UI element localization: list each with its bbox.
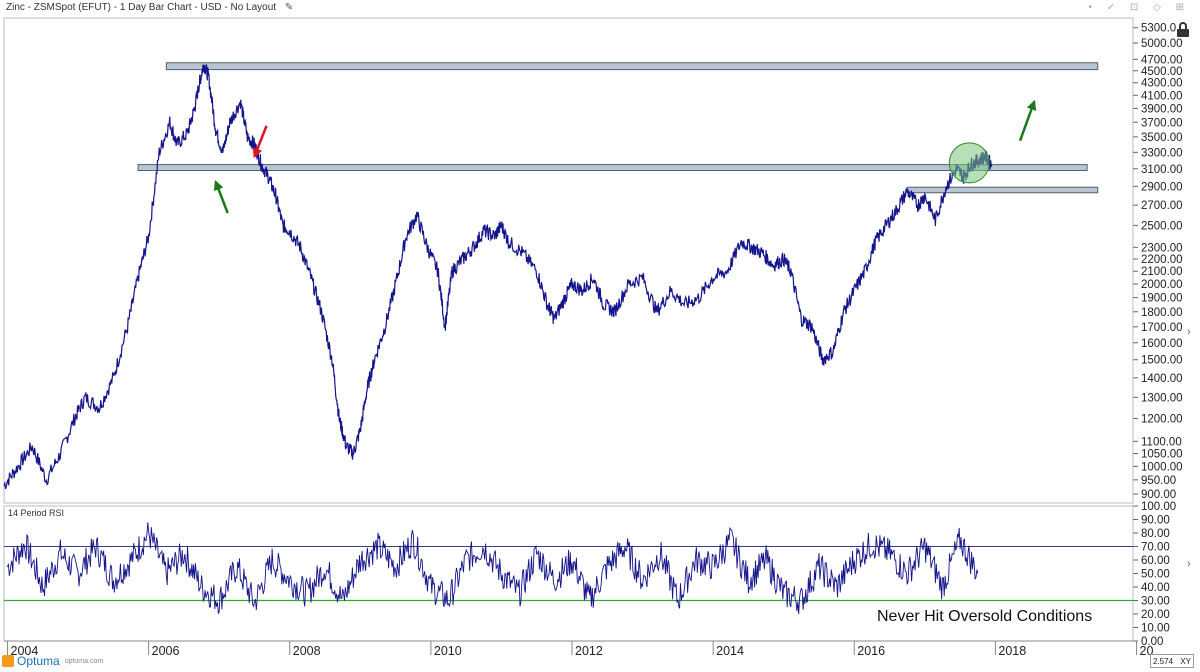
chart-title: Zinc - ZSMSpot (EFUT) - 1 Day Bar Chart … — [6, 2, 293, 13]
price-y-tick-label: 3900.00 — [1141, 103, 1183, 115]
price-y-tick-label: 950.00 — [1141, 475, 1176, 487]
price-y-tick-label: 4700.00 — [1141, 54, 1183, 66]
price-y-tick-label: 2700.00 — [1141, 200, 1183, 212]
resistance-zone — [165, 62, 1099, 71]
price-y-tick-label: 4100.00 — [1141, 90, 1183, 102]
x-tick-label: 2006 — [152, 644, 180, 658]
price-y-tick-label: 2300.00 — [1141, 242, 1183, 254]
rsi-y-tick-label: 10.00 — [1141, 623, 1170, 635]
price-y-tick-label: 3300.00 — [1141, 147, 1183, 159]
rsi-y-tick-label: 70.00 — [1141, 542, 1170, 554]
breakout-highlight-circle — [948, 142, 990, 184]
price-y-tick-label: 1300.00 — [1141, 392, 1183, 404]
lock-icon[interactable] — [1176, 22, 1190, 38]
logo-sub: optuma.com — [64, 657, 104, 665]
price-y-tick-label: 1900.00 — [1141, 293, 1183, 305]
zinc-price-chart[interactable]: 5300.0 5000.00 4700.004500.004300.004100.0… — [0, 0, 1200, 672]
x-tick-label: 2018 — [998, 644, 1026, 658]
price-y-tick-label: 3500.00 — [1141, 132, 1183, 144]
price-y-tick-label: 1100.00 — [1141, 436, 1182, 448]
rsi-y-tick-label: 20.00 — [1141, 609, 1170, 621]
resistance-zone — [906, 186, 1099, 194]
x-tick-label: 2008 — [293, 644, 321, 658]
rsi-y-tick-label: 60.00 — [1141, 555, 1170, 567]
price-y-tick-label: 2100.00 — [1141, 266, 1183, 278]
price-y-tick-label: 4300.00 — [1141, 78, 1183, 90]
price-y-tick-label: 1600.00 — [1141, 338, 1183, 350]
optuma-logo: Optuma optuma.com — [2, 652, 103, 670]
price-y-tick-label: 4500.00 — [1141, 66, 1183, 78]
price-plot-frame — [3, 17, 1134, 504]
chart-title-text: Zinc - ZSMSpot (EFUT) - 1 Day Bar Chart … — [6, 2, 277, 13]
price-y-tick-label: 1800.00 — [1141, 307, 1183, 319]
price-y-tick-label: 1500.00 — [1141, 355, 1183, 367]
rsi-y-tick-label: 80.00 — [1141, 528, 1170, 540]
price-y-tick-label: 900.00 — [1141, 489, 1176, 501]
rsi-y-tick-label: 90.00 — [1141, 515, 1170, 527]
zoom-value: 2.574 — [1153, 656, 1174, 666]
rsi-y-tick-label: 100.00 — [1141, 501, 1176, 513]
x-tick-label: 2012 — [575, 644, 603, 658]
expand-right-icon[interactable]: › — [1187, 558, 1191, 570]
price-y-tick-label: 5300.0 — [1141, 23, 1176, 35]
zoom-input[interactable]: 2.574 XY — [1150, 654, 1194, 668]
price-y-tick-label: 3700.00 — [1141, 117, 1183, 129]
price-y-tick-label: 3100.00 — [1141, 164, 1183, 176]
toolbar-icons[interactable]: • ✓ ⊡ ◇ ⊞ — [1089, 2, 1190, 13]
logo-text: Optuma — [17, 654, 60, 668]
price-y-tick-label: 2500.00 — [1141, 220, 1183, 232]
price-panel[interactable]: 5300.0 5000.00 4700.004500.004300.004100.0… — [3, 17, 1183, 504]
price-y-tick-label: 1200.00 — [1141, 413, 1183, 425]
x-axis: 2004 2006 2008 2010 2012 2014 2016 2018 20 — [4, 640, 1153, 658]
optuma-logo-icon — [2, 655, 14, 667]
zoom-mode: XY — [1180, 656, 1191, 666]
x-tick-label: 2010 — [434, 644, 462, 658]
price-y-tick-label: 2900.00 — [1141, 181, 1183, 193]
rsi-y-tick-label: 50.00 — [1141, 569, 1170, 581]
price-y-tick-label: 2000.00 — [1141, 279, 1183, 291]
edit-pencil-icon[interactable]: ✎ — [285, 2, 293, 13]
price-y-tick-label: 1050.00 — [1141, 449, 1183, 461]
rsi-y-tick-label: 40.00 — [1141, 582, 1170, 594]
resistance-zone — [137, 164, 1088, 172]
price-y-tick-label: 2200.00 — [1141, 254, 1183, 266]
price-y-tick-label: 1000.00 — [1141, 461, 1183, 473]
x-tick-label: 2016 — [857, 644, 885, 658]
price-y-tick-label: 1700.00 — [1141, 322, 1183, 334]
rsi-y-tick-label: 30.00 — [1141, 596, 1170, 608]
price-y-tick-label: 1400.00 — [1141, 373, 1183, 385]
x-tick-label: 2014 — [716, 644, 744, 658]
price-y-tick-label: 5000.00 — [1141, 38, 1183, 50]
rsi-label: 14 Period RSI — [8, 508, 65, 518]
expand-right-icon[interactable]: › — [1187, 326, 1191, 338]
rsi-annotation: Never Hit Oversold Conditions — [877, 608, 1093, 625]
